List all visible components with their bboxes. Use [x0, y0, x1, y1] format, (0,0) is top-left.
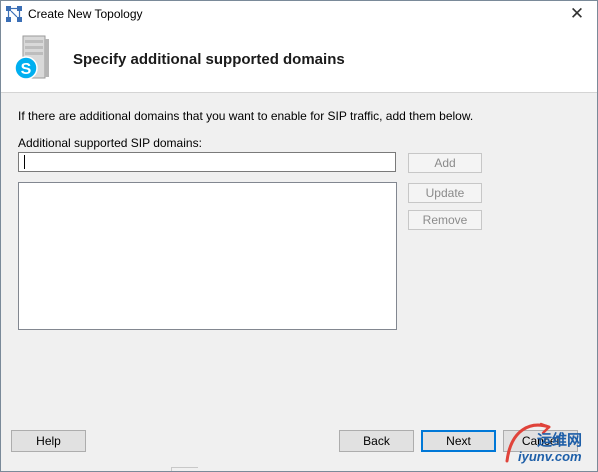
- title-bar[interactable]: Create New Topology ✕: [1, 1, 597, 27]
- window-title: Create New Topology: [28, 7, 143, 21]
- instructions-text: If there are additional domains that you…: [18, 109, 474, 123]
- sip-domains-label: Additional supported SIP domains:: [18, 136, 202, 150]
- next-button[interactable]: Next: [421, 430, 496, 452]
- back-button[interactable]: Back: [339, 430, 414, 452]
- page-title: Specify additional supported domains: [73, 51, 345, 68]
- dialog-window: Create New Topology ✕ S Specify addition…: [0, 0, 598, 472]
- sip-domain-input[interactable]: [18, 152, 396, 172]
- wizard-header: S Specify additional supported domains: [1, 27, 597, 93]
- topology-builder-icon: [6, 6, 22, 22]
- close-icon[interactable]: ✕: [563, 3, 591, 25]
- add-button[interactable]: Add: [408, 153, 482, 173]
- skype-server-icon: S: [14, 35, 49, 80]
- divider: [171, 467, 198, 471]
- remove-button[interactable]: Remove: [408, 210, 482, 230]
- watermark-text-en: iyunv.com: [518, 449, 582, 464]
- sip-domains-list[interactable]: [18, 182, 397, 330]
- watermark-text-cn: 运维网: [537, 431, 583, 449]
- svg-text:S: S: [21, 61, 32, 78]
- help-button[interactable]: Help: [11, 430, 86, 452]
- text-cursor: [24, 155, 25, 169]
- update-button[interactable]: Update: [408, 183, 482, 203]
